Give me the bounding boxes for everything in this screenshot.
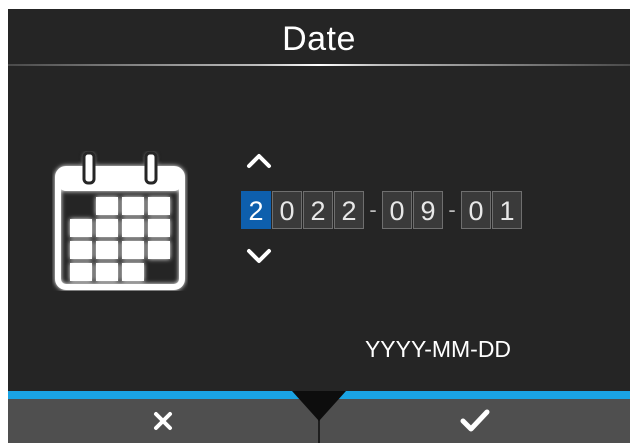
date-settings-screen: Date 2 0 2 2 - 0 9 - 0 1 YYYY-MM-DD <box>0 0 638 443</box>
title-divider <box>8 64 630 66</box>
increment-button[interactable] <box>243 150 275 172</box>
chevron-down-icon <box>247 249 271 263</box>
checkmark-icon <box>460 409 490 432</box>
year-digit-3[interactable]: 2 <box>303 191 333 229</box>
decrement-button[interactable] <box>243 245 275 267</box>
footer-notch <box>292 391 346 421</box>
day-digit-2[interactable]: 1 <box>492 191 522 229</box>
year-digit-4[interactable]: 2 <box>334 191 364 229</box>
year-digit-1[interactable]: 2 <box>241 191 271 229</box>
month-digit-2[interactable]: 9 <box>413 191 443 229</box>
date-separator: - <box>369 197 377 222</box>
confirm-button[interactable] <box>320 399 630 443</box>
chevron-up-icon <box>247 154 271 168</box>
year-digit-2[interactable]: 0 <box>272 191 302 229</box>
calendar-icon <box>55 151 185 290</box>
day-digit-1[interactable]: 0 <box>461 191 491 229</box>
month-digit-1[interactable]: 0 <box>382 191 412 229</box>
date-panel: Date 2 0 2 2 - 0 9 - 0 1 YYYY-MM-DD <box>8 9 630 443</box>
date-separator: - <box>448 197 456 222</box>
cancel-button[interactable] <box>8 399 318 443</box>
page-title: Date <box>282 20 356 58</box>
date-format-label: YYYY-MM-DD <box>364 336 512 362</box>
close-icon <box>154 412 172 430</box>
